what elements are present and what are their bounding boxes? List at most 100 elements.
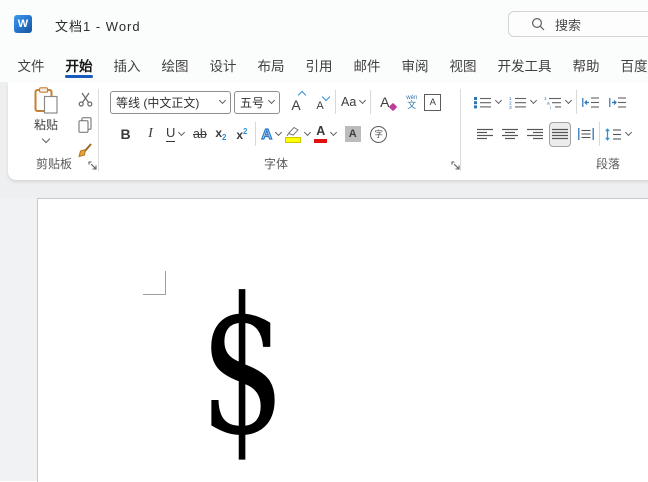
tab-mailings[interactable]: 邮件 xyxy=(343,48,391,82)
distribute-icon xyxy=(577,128,594,140)
grow-font-icon: A xyxy=(286,90,307,112)
justify-button[interactable] xyxy=(549,121,571,147)
numbering-icon: 123 xyxy=(509,96,527,109)
tab-references[interactable]: 引用 xyxy=(295,48,343,82)
document-area: $ xyxy=(0,198,648,482)
subscript-button[interactable]: x2 xyxy=(210,122,231,147)
strikethrough-icon: ab xyxy=(192,127,207,141)
text-effects-icon: A xyxy=(261,125,273,143)
svg-text:i: i xyxy=(550,105,551,109)
superscript-button[interactable]: x2 xyxy=(231,122,252,147)
bullets-dropdown-chevron-icon[interactable] xyxy=(494,96,503,104)
strikethrough-button[interactable]: ab xyxy=(189,122,210,147)
highlight-dropdown-chevron-icon[interactable] xyxy=(304,128,312,136)
tab-view[interactable]: 视图 xyxy=(439,48,487,82)
tab-help[interactable]: 帮助 xyxy=(562,48,610,82)
tab-developer[interactable]: 开发工具 xyxy=(487,48,562,82)
format-painter-brush-icon xyxy=(77,143,93,159)
align-center-button[interactable] xyxy=(499,122,520,147)
align-right-button[interactable] xyxy=(524,122,545,147)
divider xyxy=(576,90,577,114)
line-spacing-icon xyxy=(605,127,622,141)
clear-formatting-icon: A xyxy=(380,95,398,112)
italic-icon: I xyxy=(148,126,153,141)
character-shading-icon: A xyxy=(344,126,361,142)
align-left-button[interactable] xyxy=(474,122,495,147)
bullets-button[interactable] xyxy=(472,90,503,115)
word-app-icon-letter: W xyxy=(17,18,29,30)
clipboard-group: 粘贴 剪贴板 xyxy=(14,85,102,177)
multilevel-dropdown-chevron-icon[interactable] xyxy=(564,96,573,104)
ribbon-tab-row: 文件 开始 插入 绘图 设计 布局 引用 邮件 审阅 视图 开发工具 帮助 百度… xyxy=(0,48,648,82)
font-name-combobox[interactable]: 等线 (中文正文) xyxy=(110,90,231,114)
clear-formatting-button[interactable]: A xyxy=(374,90,398,115)
tab-insert[interactable]: 插入 xyxy=(103,48,151,82)
font-size-combobox[interactable]: 五号 xyxy=(234,90,280,114)
text-effects-button[interactable]: A xyxy=(259,122,283,147)
divider xyxy=(370,90,372,114)
align-center-icon xyxy=(501,128,518,140)
svg-text:3: 3 xyxy=(509,105,512,109)
shrink-font-button[interactable]: A xyxy=(308,90,332,115)
ribbon: 粘贴 剪贴板 等线 (中文正文) 五号 A A Aa A wén 文 A B I… xyxy=(0,82,648,198)
dollar-character[interactable]: $ xyxy=(200,273,286,462)
distribute-button[interactable] xyxy=(575,122,596,147)
numbering-dropdown-chevron-icon[interactable] xyxy=(529,96,538,104)
document-text[interactable]: $ xyxy=(200,273,286,461)
underline-dropdown-chevron-icon[interactable] xyxy=(178,128,186,136)
grow-font-button[interactable]: A xyxy=(284,90,308,115)
tab-review[interactable]: 审阅 xyxy=(391,48,439,82)
tab-baidu-netdisk[interactable]: 百度网盘 xyxy=(610,48,648,82)
copy-icon xyxy=(78,117,92,133)
font-color-icon: A xyxy=(314,125,328,143)
paste-label: 粘贴 xyxy=(33,118,58,132)
underline-button[interactable]: U xyxy=(164,122,186,147)
align-left-icon xyxy=(476,128,493,140)
font-group: 等线 (中文正文) 五号 A A Aa A wén 文 A B I U ab x… xyxy=(106,85,466,177)
divider xyxy=(599,122,600,146)
increase-indent-button[interactable] xyxy=(607,90,629,115)
ribbon-card: 粘贴 剪贴板 等线 (中文正文) 五号 A A Aa A wén 文 A B I… xyxy=(8,82,648,180)
tab-home[interactable]: 开始 xyxy=(55,48,103,82)
copy-button[interactable] xyxy=(74,115,96,135)
character-border-icon: A xyxy=(424,93,442,111)
format-painter-button[interactable] xyxy=(74,141,96,161)
chevron-down-icon xyxy=(267,96,276,104)
font-color-dropdown-chevron-icon[interactable] xyxy=(330,128,338,136)
italic-button[interactable]: I xyxy=(140,122,161,147)
decrease-indent-button[interactable] xyxy=(580,90,602,115)
paste-dropdown-chevron-icon[interactable] xyxy=(41,134,51,144)
chevron-down-icon xyxy=(218,96,227,104)
tab-file[interactable]: 文件 xyxy=(7,48,55,82)
phonetic-guide-button[interactable]: wén 文 xyxy=(401,90,422,115)
justify-icon xyxy=(552,128,568,140)
multilevel-list-button[interactable]: 1ai xyxy=(542,90,573,115)
document-page[interactable]: $ xyxy=(37,198,648,482)
tab-design[interactable]: 设计 xyxy=(199,48,247,82)
line-spacing-button[interactable] xyxy=(603,122,633,147)
tab-layout[interactable]: 布局 xyxy=(247,48,295,82)
font-color-button[interactable]: A xyxy=(312,122,338,147)
highlight-color-button[interactable] xyxy=(283,122,312,147)
bold-button[interactable]: B xyxy=(115,122,136,147)
enclose-characters-button[interactable]: 字 xyxy=(368,122,389,147)
tab-draw[interactable]: 绘图 xyxy=(151,48,199,82)
cut-scissors-icon xyxy=(78,92,93,107)
character-border-button[interactable]: A xyxy=(422,90,443,115)
numbering-button[interactable]: 123 xyxy=(507,90,538,115)
font-group-label: 字体 xyxy=(264,157,289,171)
line-spacing-dropdown-chevron-icon[interactable] xyxy=(624,128,633,136)
cut-button[interactable] xyxy=(74,89,96,109)
font-dialog-launcher[interactable] xyxy=(449,159,463,173)
clipboard-group-label: 剪贴板 xyxy=(36,157,73,171)
paste-button[interactable]: 粘贴 xyxy=(22,87,70,155)
decrease-indent-icon xyxy=(582,96,600,109)
search-bar[interactable]: 搜索 xyxy=(508,11,648,37)
character-shading-button[interactable]: A xyxy=(342,122,363,147)
underline-icon: U xyxy=(166,125,176,142)
title-bar: W 文档1 - Word 搜索 xyxy=(0,0,648,48)
clipboard-dialog-launcher[interactable] xyxy=(86,159,100,173)
enclose-characters-icon: 字 xyxy=(370,125,388,143)
change-case-button[interactable]: Aa xyxy=(339,90,367,115)
search-placeholder: 搜索 xyxy=(555,17,582,33)
